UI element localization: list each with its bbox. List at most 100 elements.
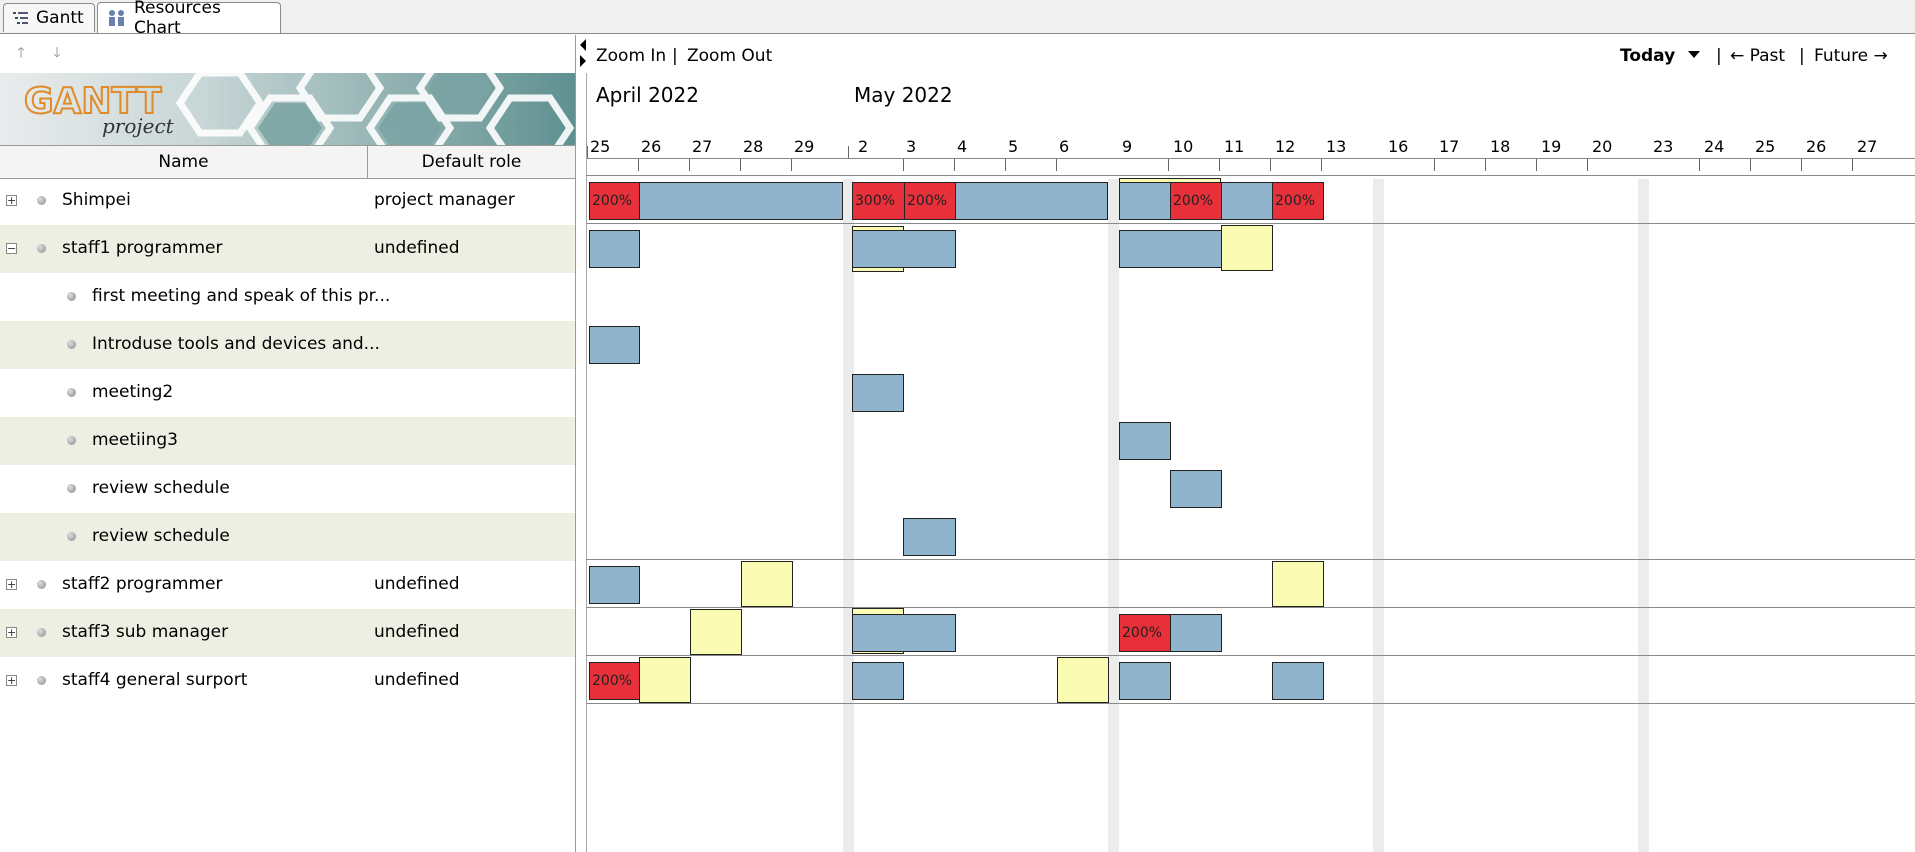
day-label: 5 (1008, 137, 1019, 156)
collapse-icon[interactable]: − (6, 243, 17, 254)
resource-bullet-icon (37, 580, 46, 589)
tree-row-task[interactable]: meetiing3 (0, 417, 575, 465)
tree-row-staff1[interactable]: − staff1 programmer undefined (0, 225, 575, 273)
chart-left-border (586, 73, 587, 852)
load-bar-underload[interactable] (1272, 561, 1324, 607)
load-bar-normal[interactable] (1119, 662, 1171, 700)
task-name: meeting2 (92, 382, 174, 402)
day-tick (1485, 159, 1486, 171)
task-name: meetiing3 (92, 430, 178, 450)
tab-resources-chart[interactable]: Resources Chart (97, 0, 281, 38)
resource-bullet-icon (37, 196, 46, 205)
day-label: 3 (906, 137, 917, 156)
load-bar-normal[interactable] (1221, 182, 1273, 220)
tree-column-header: Name Default role (0, 145, 575, 179)
load-bar-underload[interactable] (1221, 225, 1273, 271)
timeline-header: April 2022 May 2022 (586, 73, 1915, 179)
task-bar[interactable] (589, 326, 640, 364)
gantt-icon (13, 12, 28, 24)
load-bar-normal[interactable] (1170, 614, 1222, 652)
tree-row-staff3[interactable]: + staff3 sub manager undefined (0, 609, 575, 657)
resource-role: undefined (374, 670, 460, 690)
day-label: 27 (692, 137, 713, 156)
day-label: 13 (1326, 137, 1347, 156)
move-up-button[interactable]: 🡑 (12, 45, 30, 63)
load-bar-normal[interactable] (1119, 230, 1222, 268)
day-tick (1587, 159, 1588, 171)
timeline-divider (586, 158, 1915, 159)
day-label: 11 (1224, 137, 1245, 156)
load-bar-underload[interactable] (639, 657, 691, 703)
load-bar-normal[interactable] (639, 182, 843, 220)
tree-row-task[interactable]: review schedule (0, 513, 575, 561)
tree-row-task[interactable]: review schedule (0, 465, 575, 513)
day-label: 6 (1059, 137, 1070, 156)
day-tick (1434, 159, 1435, 171)
load-bar-overload[interactable]: 300% (852, 182, 905, 220)
task-bar[interactable] (903, 518, 956, 556)
today-button[interactable]: Today (1620, 46, 1675, 66)
resource-name: staff1 programmer (62, 238, 223, 258)
row-separator (586, 223, 1915, 224)
day-tick (903, 159, 904, 171)
task-bar[interactable] (1119, 422, 1171, 460)
load-bar-normal[interactable] (852, 662, 904, 700)
move-down-button[interactable]: 🡓 (48, 45, 66, 63)
load-bar-overload[interactable]: 200% (1272, 182, 1324, 220)
day-tick (1270, 159, 1271, 171)
today-dropdown-icon[interactable] (1688, 51, 1700, 58)
tab-gantt[interactable]: Gantt (3, 3, 95, 32)
zoom-in-button[interactable]: Zoom In (596, 46, 666, 66)
tree-row-task[interactable]: Introduse tools and devices and... (0, 321, 575, 369)
load-bar-overload[interactable]: 200% (1119, 614, 1171, 652)
load-bar-normal[interactable] (852, 614, 956, 652)
task-bullet-icon (67, 388, 76, 397)
load-bar-underload[interactable] (690, 609, 742, 655)
load-bar-normal[interactable] (589, 230, 640, 268)
month-tick (848, 146, 849, 158)
task-bullet-icon (67, 436, 76, 445)
day-tick (1852, 159, 1853, 171)
day-label: 12 (1275, 137, 1296, 156)
month-tick (587, 146, 588, 158)
tree-row-shimpei[interactable]: + Shimpei project manager (0, 177, 575, 225)
load-bar-overload[interactable]: 200% (1170, 182, 1222, 220)
zoom-out-button[interactable]: Zoom Out (687, 46, 772, 66)
future-button[interactable]: Future → (1814, 46, 1888, 66)
load-bar-normal[interactable] (589, 566, 640, 604)
panel-splitter[interactable] (576, 35, 586, 852)
expand-icon[interactable]: + (6, 195, 17, 206)
tree-row-staff2[interactable]: + staff2 programmer undefined (0, 561, 575, 609)
load-bar-normal[interactable] (1119, 182, 1171, 220)
day-label: 4 (957, 137, 968, 156)
load-bar-normal[interactable] (1272, 662, 1324, 700)
load-bar-overload[interactable]: 200% (904, 182, 956, 220)
expand-icon[interactable]: + (6, 627, 17, 638)
load-bar-overload[interactable]: 200% (589, 182, 640, 220)
task-name: review schedule (92, 478, 230, 498)
load-bar-normal[interactable] (955, 182, 1108, 220)
task-bar[interactable] (1170, 470, 1222, 508)
row-separator (586, 607, 1915, 608)
load-bar-normal[interactable] (852, 230, 956, 268)
day-label: 29 (794, 137, 815, 156)
tree-row-staff4[interactable]: + staff4 general surport undefined (0, 657, 575, 705)
day-tick (1536, 159, 1537, 171)
expand-icon[interactable]: + (6, 579, 17, 590)
weekend-column (1373, 179, 1384, 852)
day-tick (1750, 159, 1751, 171)
tree-toolbar: 🡑 🡓 (0, 35, 575, 73)
tree-row-task[interactable]: meeting2 (0, 369, 575, 417)
load-bar-underload[interactable] (741, 561, 793, 607)
past-button[interactable]: ← Past (1730, 46, 1785, 66)
day-label: 19 (1541, 137, 1562, 156)
tree-row-task[interactable]: first meeting and speak of this pr... (0, 273, 575, 321)
task-bar[interactable] (852, 374, 904, 412)
expand-icon[interactable]: + (6, 675, 17, 686)
column-header-name[interactable]: Name (0, 146, 368, 178)
load-label: 200% (1173, 193, 1214, 209)
load-bar-underload[interactable] (1057, 657, 1109, 703)
column-header-default-role[interactable]: Default role (368, 146, 575, 178)
column-header-name-label: Name (158, 152, 209, 172)
load-bar-overload[interactable]: 200% (589, 662, 640, 700)
